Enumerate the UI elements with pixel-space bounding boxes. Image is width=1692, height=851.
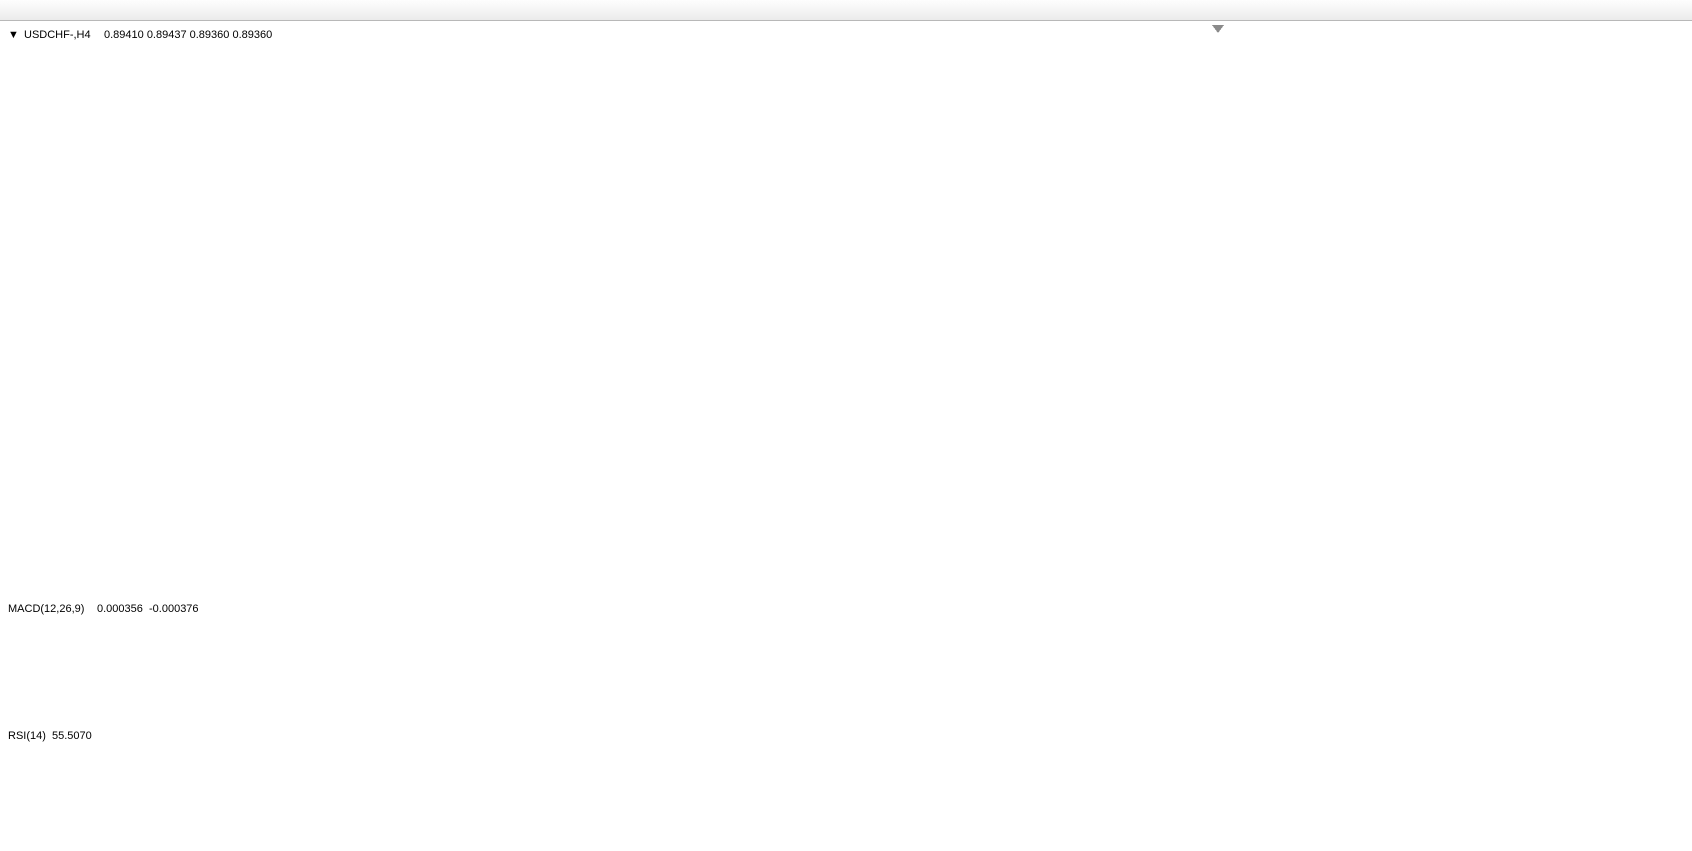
- chart-title-ohlc: 0.89410 0.89437 0.89360 0.89360: [104, 29, 272, 41]
- mt4-window: ▼ USDCHF-,H4 0.89410 0.89437 0.89360 0.8…: [0, 0, 1692, 851]
- chart-title-symbol: USDCHF-,H4: [24, 29, 91, 41]
- one-click-collapse-icon[interactable]: ▼: [8, 29, 19, 41]
- macd-value-signal: -0.000376: [149, 603, 199, 615]
- main-toolbar: [0, 0, 1692, 21]
- rsi-value: 55.5070: [52, 730, 92, 742]
- chart-frame: [1212, 25, 1224, 33]
- macd-indicator-label: MACD(12,26,9): [8, 603, 84, 615]
- chart-area[interactable]: ▼ USDCHF-,H4 0.89410 0.89437 0.89360 0.8…: [0, 0, 1692, 851]
- chart-shift-marker[interactable]: [1212, 25, 1224, 33]
- macd-value-main: 0.000356: [97, 603, 143, 615]
- rsi-indicator-label: RSI(14): [8, 730, 46, 742]
